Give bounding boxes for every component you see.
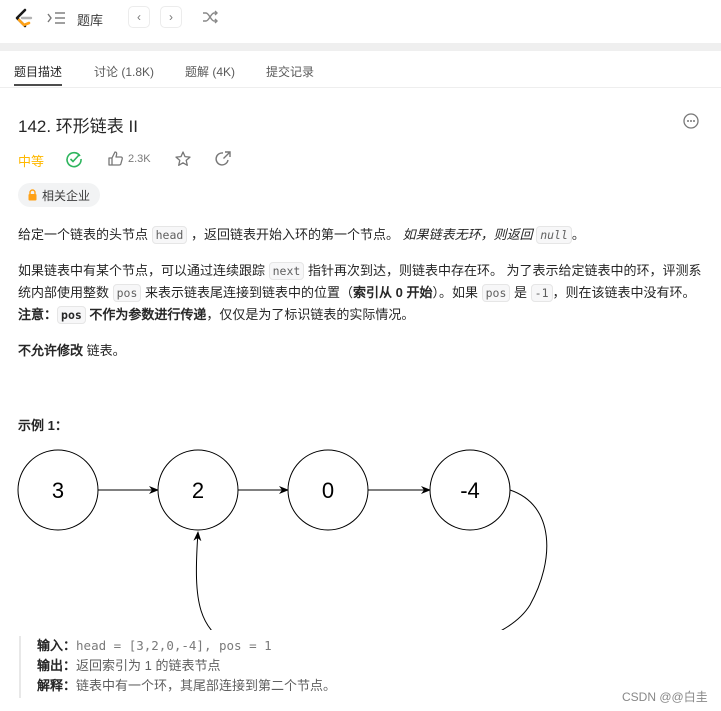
description-paragraph-1: 给定一个链表的头节点 head ，返回链表开始入环的第一个节点。 如果链表无环，… xyxy=(18,224,710,246)
shuffle-icon[interactable] xyxy=(201,8,219,26)
divider-band xyxy=(0,43,721,51)
list-node-value: 2 xyxy=(192,478,204,503)
tab-solutions[interactable]: 题解 (4K) xyxy=(185,63,235,80)
bold-text: 不作为参数进行传递 xyxy=(85,307,207,322)
italic-text: 如果链表无环，则返回 xyxy=(402,227,537,242)
code-pos: pos xyxy=(112,284,142,302)
tab-discussion[interactable]: 讨论 (1.8K) xyxy=(94,63,154,80)
code-head: head xyxy=(151,226,188,244)
active-tab-indicator xyxy=(14,84,62,86)
like-button[interactable]: 2.3K xyxy=(107,150,157,168)
input-label: 输入： xyxy=(37,638,77,653)
problem-list-icon[interactable] xyxy=(46,10,68,26)
bold-text: 注意： xyxy=(18,307,58,322)
problem-list-link[interactable]: 题库 xyxy=(77,10,103,29)
text: ，则在该链表中没有环。 xyxy=(552,285,696,300)
example-explanation: 解释：链表中有一个环，其尾部连接到第二个节点。 xyxy=(37,676,419,696)
chevron-right-icon: › xyxy=(169,10,173,24)
text: 是 xyxy=(510,285,531,300)
description-paragraph-3: 不允许修改 链表。 xyxy=(18,340,710,361)
top-bar: 题库 ‹ › xyxy=(0,0,721,42)
like-count: 2.3K xyxy=(128,153,151,165)
text: 如果链表中有某个节点，可以通过连续跟踪 xyxy=(18,263,269,278)
list-node-value: -4 xyxy=(460,478,480,503)
share-icon[interactable] xyxy=(214,150,232,168)
output-value: 返回索引为 1 的链表节点 xyxy=(76,658,221,673)
tab-submissions[interactable]: 提交记录 xyxy=(266,63,314,80)
bold-text: 不允许修改 xyxy=(18,343,84,358)
tab-bar: 题目描述 讨论 (1.8K) 题解 (4K) 提交记录 xyxy=(0,51,721,88)
favorite-star-icon[interactable] xyxy=(174,150,192,168)
text: 链表。 xyxy=(83,343,126,358)
chevron-left-icon: ‹ xyxy=(137,10,141,24)
output-label: 输出： xyxy=(37,658,77,673)
next-problem-button[interactable]: › xyxy=(160,6,182,28)
text: 给定一个链表的头节点 xyxy=(18,227,152,242)
list-node-value: 0 xyxy=(322,478,334,503)
example-output: 输出：返回索引为 1 的链表节点 xyxy=(37,656,419,676)
description-paragraph-2: 如果链表中有某个节点，可以通过连续跟踪 next 指针再次到达，则链表中存在环。… xyxy=(18,260,708,326)
problem-meta: 中等 xyxy=(18,150,44,170)
linked-list-diagram: 3 2 0 -4 xyxy=(17,449,548,630)
code-minus-one: -1 xyxy=(530,284,553,302)
code-null: null xyxy=(536,226,572,244)
more-options-icon[interactable] xyxy=(683,113,699,129)
lock-icon xyxy=(28,189,37,201)
prev-problem-button[interactable]: ‹ xyxy=(128,6,150,28)
example-io-block: 输入：head = [3,2,0,-4], pos = 1 输出：返回索引为 1… xyxy=(19,636,419,698)
input-value: head = [3,2,0,-4], pos = 1 xyxy=(76,638,272,653)
explanation-value: 链表中有一个环，其尾部连接到第二个节点。 xyxy=(76,678,337,693)
list-node-value: 3 xyxy=(52,478,64,503)
text: ）。如果 xyxy=(432,285,482,300)
tab-description[interactable]: 题目描述 xyxy=(14,63,62,80)
text: ，仅仅是为了标识链表的实际情况。 xyxy=(206,307,415,322)
related-companies-label: 相关企业 xyxy=(42,188,91,203)
explanation-label: 解释： xyxy=(37,678,77,693)
solved-check-icon xyxy=(66,151,82,168)
code-next: next xyxy=(268,262,305,280)
example-title: 示例 1： xyxy=(18,418,68,433)
difficulty-badge: 中等 xyxy=(18,153,45,169)
related-companies-button[interactable]: 相关企业 xyxy=(18,183,100,207)
problem-title: 142. 环形链表 II xyxy=(18,117,138,136)
text: ，返回链表开始入环的第一个节点。 xyxy=(187,227,403,242)
leetcode-logo-icon[interactable] xyxy=(12,7,34,29)
code-pos: pos xyxy=(57,306,86,324)
code-pos: pos xyxy=(481,284,511,302)
bold-text: 索引从 0 开始 xyxy=(353,285,433,300)
watermark: CSDN @@白圭 xyxy=(622,690,708,704)
text: 来表示链表尾连接到链表中的位置（ xyxy=(141,285,354,300)
example-input: 输入：head = [3,2,0,-4], pos = 1 xyxy=(37,636,419,656)
thumbs-up-icon xyxy=(108,151,123,166)
text: 。 xyxy=(571,227,585,242)
